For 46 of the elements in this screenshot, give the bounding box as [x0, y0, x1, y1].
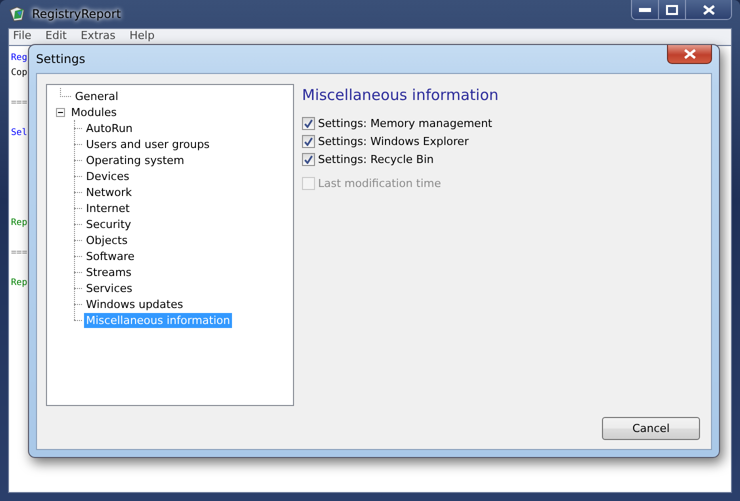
tree-item[interactable]: Objects	[84, 232, 130, 248]
close-icon	[702, 4, 714, 14]
dialog-title: Settings	[36, 52, 86, 66]
checkbox-label: Settings: Windows Explorer	[318, 134, 469, 148]
tree-item[interactable]: Services	[84, 280, 134, 296]
menu-item[interactable]: Extras	[80, 29, 116, 43]
tree-item[interactable]: Security	[84, 216, 134, 232]
cancel-button[interactable]: Cancel	[602, 417, 700, 440]
report-text: ===	[11, 248, 28, 258]
checkbox-label: Settings: Recycle Bin	[318, 152, 434, 166]
checkbox[interactable]	[302, 134, 315, 148]
app-icon	[8, 5, 26, 23]
menu-item[interactable]: File	[13, 29, 32, 43]
tree-item[interactable]: AutoRun	[84, 120, 135, 136]
minimize-icon	[639, 8, 651, 12]
tree-item[interactable]: Operating system	[84, 152, 186, 168]
tree-item[interactable]: Windows updates	[84, 296, 186, 312]
menu-item[interactable]: Help	[130, 29, 155, 43]
menu-item[interactable]: Edit	[45, 29, 67, 43]
report-text: ===	[11, 98, 28, 108]
checkbox-label: Settings: Memory management	[318, 116, 492, 130]
maximize-icon	[666, 4, 678, 14]
section-heading: Miscellaneous information	[302, 86, 500, 104]
minimize-button[interactable]	[632, 0, 659, 19]
close-button[interactable]	[667, 45, 712, 64]
checkbox[interactable]	[302, 116, 315, 130]
report-text: Sel	[11, 128, 28, 138]
window-title: RegistryReport	[32, 7, 121, 21]
report-text: Reg	[11, 53, 28, 63]
tree-item[interactable]: Software	[84, 248, 136, 264]
report-text: Rep	[11, 218, 28, 228]
checkbox[interactable]	[302, 152, 315, 166]
tree-item[interactable]: Network	[84, 184, 134, 200]
report-text: Rep	[11, 278, 28, 288]
tree-item[interactable]: General	[73, 88, 120, 104]
tree-item[interactable]: Modules	[69, 104, 119, 120]
report-text: Cop	[11, 68, 28, 78]
close-icon	[682, 49, 696, 59]
collapse-icon[interactable]	[56, 108, 65, 116]
checkbox-label: Last modification time	[318, 176, 442, 190]
tree-item[interactable]: Internet	[84, 200, 132, 216]
tree-item[interactable]: Streams	[84, 264, 134, 280]
tree-item[interactable]: Users and user groups	[84, 136, 212, 152]
maximize-button[interactable]	[659, 0, 686, 19]
close-button[interactable]	[686, 0, 731, 19]
tree-item[interactable]: Devices	[84, 168, 132, 184]
